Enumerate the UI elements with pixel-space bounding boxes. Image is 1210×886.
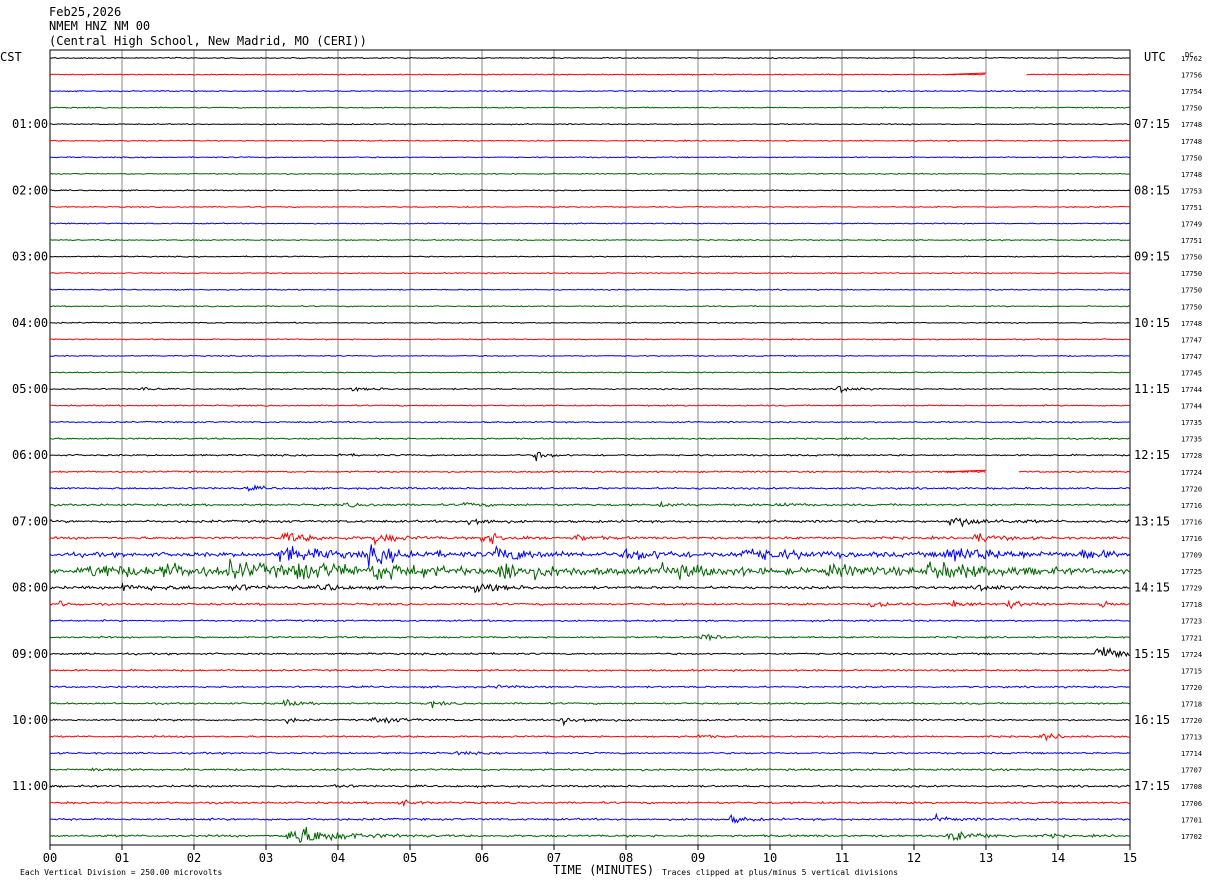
left-hour-label: 11:00 [12, 779, 48, 793]
dc-offset-label: 17707 [1181, 767, 1202, 775]
dc-offset-label: 17751 [1181, 237, 1202, 245]
dc-offset-label: 17750 [1181, 154, 1202, 162]
header-location: (Central High School, New Madrid, MO (CE… [49, 34, 367, 48]
x-tick-label: 01 [115, 851, 129, 865]
dc-offset-label: 17708 [1181, 783, 1202, 791]
left-timezone-label: CST [0, 50, 22, 64]
right-hour-label: 13:15 [1134, 514, 1170, 528]
left-hour-label: 06:00 [12, 448, 48, 462]
x-tick-label: 03 [259, 851, 273, 865]
dc-offset-label: 17724 [1181, 469, 1202, 477]
clip-note: Traces clipped at plus/minus 5 vertical … [662, 868, 898, 877]
x-tick-label: 09 [691, 851, 705, 865]
dc-offset-label: 17750 [1181, 105, 1202, 113]
dc-offset-label: 17706 [1181, 800, 1202, 808]
header-station: NMEM HNZ NM 00 [49, 19, 150, 33]
dc-offset-label: 17747 [1181, 353, 1202, 361]
left-hour-label: 08:00 [12, 581, 48, 595]
dc-offset-label: 17716 [1181, 535, 1202, 543]
dc-offset-label: 17749 [1181, 221, 1202, 229]
dc-offset-label: 17754 [1181, 88, 1202, 96]
dc-offset-label: 17735 [1181, 436, 1202, 444]
dc-offset-label: 17735 [1181, 419, 1202, 427]
x-axis-title: TIME (MINUTES) [553, 863, 654, 877]
dc-offset-label: 17720 [1181, 485, 1202, 493]
x-tick-label: 06 [475, 851, 489, 865]
dc-offset-label: 17750 [1181, 270, 1202, 278]
x-tick-label: 15 [1123, 851, 1137, 865]
left-hour-label: 07:00 [12, 514, 48, 528]
dc-offset-label: 17714 [1181, 750, 1202, 758]
dc-offset-label: 17702 [1181, 833, 1202, 841]
scale-note: Each Vertical Division = 250.00 microvol… [20, 868, 222, 877]
dc-offset-label: 17718 [1181, 700, 1202, 708]
right-hour-label: 14:15 [1134, 581, 1170, 595]
dc-offset-label: 17725 [1181, 568, 1202, 576]
left-hour-label: 02:00 [12, 183, 48, 197]
x-tick-label: 04 [331, 851, 345, 865]
left-hour-label: 10:00 [12, 713, 48, 727]
left-hour-label: 05:00 [12, 382, 48, 396]
dc-offset-label: 17713 [1181, 734, 1202, 742]
x-tick-label: 11 [835, 851, 849, 865]
x-tick-label: 00 [43, 851, 57, 865]
dc-offset-label: 17701 [1181, 816, 1202, 824]
right-hour-label: 10:15 [1134, 316, 1170, 330]
dc-offset-label: 17750 [1181, 303, 1202, 311]
dc-offset-label: 17748 [1181, 320, 1202, 328]
right-hour-label: 11:15 [1134, 382, 1170, 396]
helicorder-chart: Feb25,2026 NMEM HNZ NM 00 (Central High … [0, 0, 1210, 886]
left-hour-label: 04:00 [12, 316, 48, 330]
x-tick-label: 02 [187, 851, 201, 865]
dc-offset-label: 17718 [1181, 601, 1202, 609]
dc-offset-label: 17762 [1181, 55, 1202, 63]
right-hour-label: 09:15 [1134, 250, 1170, 264]
x-tick-label: 05 [403, 851, 417, 865]
right-hour-label: 07:15 [1134, 117, 1170, 131]
left-hour-label: 09:00 [12, 647, 48, 661]
dc-offset-label: 17750 [1181, 254, 1202, 262]
dc-offset-label: 17716 [1181, 502, 1202, 510]
dc-offset-label: 17744 [1181, 386, 1202, 394]
dc-offset-label: 17750 [1181, 287, 1202, 295]
dc-offset-label: 17729 [1181, 585, 1202, 593]
dc-offset-label: 17716 [1181, 518, 1202, 526]
dc-offset-label: 17748 [1181, 171, 1202, 179]
dc-offset-label: 17748 [1181, 138, 1202, 146]
dc-offset-label: 17728 [1181, 452, 1202, 460]
right-hour-label: 16:15 [1134, 713, 1170, 727]
dc-offset-label: 17724 [1181, 651, 1202, 659]
x-tick-label: 10 [763, 851, 777, 865]
dc-offset-label: 17756 [1181, 72, 1202, 80]
right-hour-label: 15:15 [1134, 647, 1170, 661]
right-timezone-label: UTC [1144, 50, 1166, 64]
dc-offset-label: 17753 [1181, 187, 1202, 195]
dc-offset-label: 17720 [1181, 717, 1202, 725]
dc-offset-label: 17745 [1181, 369, 1202, 377]
x-tick-label: 12 [907, 851, 921, 865]
dc-offset-label: 17720 [1181, 684, 1202, 692]
dc-offset-label: 17721 [1181, 634, 1202, 642]
dc-offset-label: 17723 [1181, 618, 1202, 626]
dc-offset-label: 17709 [1181, 552, 1202, 560]
dc-offset-label: 17751 [1181, 204, 1202, 212]
dc-offset-label: 17748 [1181, 121, 1202, 129]
right-hour-label: 12:15 [1134, 448, 1170, 462]
left-hour-label: 01:00 [12, 117, 48, 131]
dc-offset-label: 17715 [1181, 667, 1202, 675]
x-tick-label: 14 [1051, 851, 1065, 865]
dc-offset-label: 17747 [1181, 336, 1202, 344]
right-hour-label: 08:15 [1134, 183, 1170, 197]
header-date: Feb25,2026 [49, 5, 121, 19]
dc-offset-label: 17744 [1181, 403, 1202, 411]
left-hour-label: 03:00 [12, 250, 48, 264]
x-tick-label: 13 [979, 851, 993, 865]
right-hour-label: 17:15 [1134, 779, 1170, 793]
